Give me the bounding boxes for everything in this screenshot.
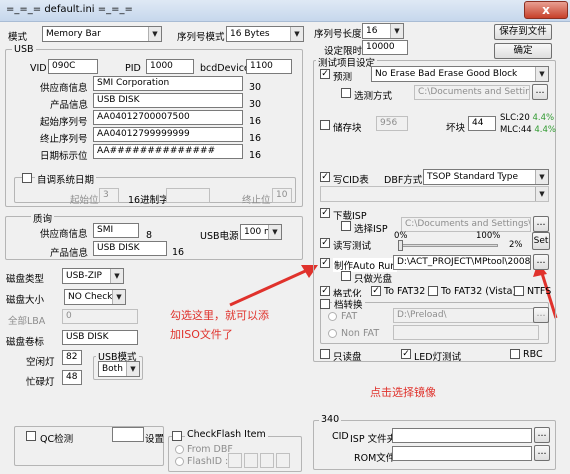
isp-folder-label: ISP 文件夹	[350, 434, 397, 445]
fat-browse-button[interactable]: ...	[533, 307, 549, 323]
autorun-browse-button[interactable]: ...	[533, 254, 549, 270]
storage-block-checkbox[interactable]	[320, 120, 330, 130]
checkflash-title: CheckFlash Item	[185, 429, 268, 440]
pretest-checkbox[interactable]: ✓	[320, 69, 330, 79]
qc-label: QC检测	[40, 434, 74, 445]
readonly-checkbox[interactable]	[320, 349, 330, 359]
storage-block-input[interactable]: 956	[376, 116, 408, 131]
rbc-label: RBC	[523, 349, 543, 360]
from-dbf-label: From DBF	[187, 444, 233, 455]
select-isp-checkbox[interactable]	[341, 221, 351, 231]
chevron-down-icon: ▼	[535, 187, 548, 201]
format-checkbox[interactable]: ✓	[320, 286, 330, 296]
cid-label: CID	[332, 431, 349, 442]
qc-checkbox[interactable]	[26, 431, 36, 441]
autorun-path-input[interactable]: D:\ACT_PROJECT\MPtool\2008-05-2	[393, 255, 531, 270]
fat-radio[interactable]	[328, 312, 337, 321]
partition-label: 档转换	[332, 297, 365, 311]
ntfs-checkbox[interactable]	[514, 286, 524, 296]
from-dbf-radio[interactable]	[175, 445, 184, 454]
download-isp-checkbox[interactable]: ✓	[320, 208, 330, 218]
rw-slider-track[interactable]	[398, 244, 498, 247]
flash-id-box-3[interactable]	[260, 453, 274, 468]
qc-value-input[interactable]	[112, 427, 144, 442]
left-arrow-line	[229, 266, 313, 307]
write-cid-checkbox[interactable]: ✓	[320, 172, 330, 182]
autorun-label: 制作Auto Run	[333, 258, 398, 272]
cid-table-select[interactable]: ▼	[320, 186, 549, 202]
group-340-title: 340	[319, 414, 342, 425]
select-isp-label: 选择ISP	[354, 224, 388, 235]
isp-folder-input[interactable]	[392, 428, 532, 443]
select-mode-browse-button[interactable]: ...	[532, 84, 548, 100]
rw-slider-max: 100%	[476, 231, 501, 241]
non-fat-input[interactable]	[393, 325, 539, 340]
bad-block-label: 坏块	[446, 123, 466, 134]
isp-browse-button[interactable]: ...	[533, 216, 549, 232]
rw-current-value: 2%	[509, 240, 523, 250]
chevron-down-icon: ▼	[535, 170, 548, 184]
rom-file-input[interactable]	[392, 446, 532, 461]
fat32-label: To FAT32	[384, 286, 426, 297]
mlc-ratio: MLC:44 4.4%	[500, 125, 556, 135]
select-mode-checkbox[interactable]	[341, 88, 351, 98]
qc-set-label: 设置	[145, 434, 165, 445]
checkflash-checkbox[interactable]	[172, 431, 182, 441]
rbc-checkbox[interactable]	[510, 349, 520, 359]
non-fat-label: Non FAT	[341, 328, 380, 339]
dbf-mode-select[interactable]: TSOP Standard Type ▼	[423, 169, 549, 185]
fat32-vista-checkbox[interactable]	[428, 286, 438, 296]
flash-id-label: FlashID :	[187, 456, 229, 467]
cd-only-label: 只做光盘	[354, 274, 393, 285]
led-test-checkbox[interactable]: ✓	[401, 349, 411, 359]
rom-file-browse-button[interactable]: ...	[534, 445, 550, 461]
download-isp-label: 下载ISP	[333, 211, 367, 222]
select-mode-path-input[interactable]: C:\Documents and Settings\pit	[414, 85, 530, 100]
flash-id-box-2[interactable]	[244, 453, 258, 468]
autorun-checkbox[interactable]: ✓	[320, 258, 330, 268]
isp-path-input[interactable]: C:\Documents and Settings\pitt.c	[401, 217, 531, 232]
partition-checkbox[interactable]	[320, 299, 330, 309]
dbf-mode-label: DBF方式	[384, 175, 423, 186]
led-test-label: LED灯测试	[414, 352, 462, 363]
fat-path-input[interactable]: D:\Preload\	[393, 308, 539, 323]
test-settings-title: 测试项目设定	[316, 55, 378, 69]
rw-set-button[interactable]: Set	[532, 232, 550, 250]
non-fat-radio[interactable]	[328, 329, 337, 338]
ntfs-label: NTFS	[527, 286, 552, 297]
bad-block-input[interactable]: 44	[468, 116, 496, 131]
write-cid-label: 写CID表	[333, 175, 369, 186]
fat32-vista-label: To FAT32 (Vista)	[441, 286, 517, 297]
rw-test-checkbox[interactable]: ✓	[320, 238, 330, 248]
flash-id-box-4[interactable]	[276, 453, 290, 468]
rom-file-label: ROM文件	[354, 453, 396, 464]
select-mode-label: 选测方式	[354, 91, 393, 102]
pretest-select[interactable]: No Erase Bad Erase Good Block ▼	[371, 66, 549, 82]
flash-id-radio[interactable]	[175, 457, 184, 466]
chevron-down-icon: ▼	[535, 67, 548, 81]
cd-only-checkbox[interactable]	[341, 271, 351, 281]
fat-label: FAT	[341, 311, 358, 322]
pretest-label: 预测	[333, 72, 353, 83]
rw-test-label: 读写测试	[333, 241, 372, 252]
flash-id-box-1[interactable]	[228, 453, 242, 468]
storage-block-label: 储存块	[333, 123, 362, 134]
readonly-label: 只读盘	[333, 352, 362, 363]
rw-slider-thumb[interactable]	[398, 240, 403, 251]
isp-folder-browse-button[interactable]: ...	[534, 427, 550, 443]
slc-ratio: SLC:20 4.4%	[500, 113, 555, 123]
fat32-checkbox[interactable]: ✓	[371, 286, 381, 296]
